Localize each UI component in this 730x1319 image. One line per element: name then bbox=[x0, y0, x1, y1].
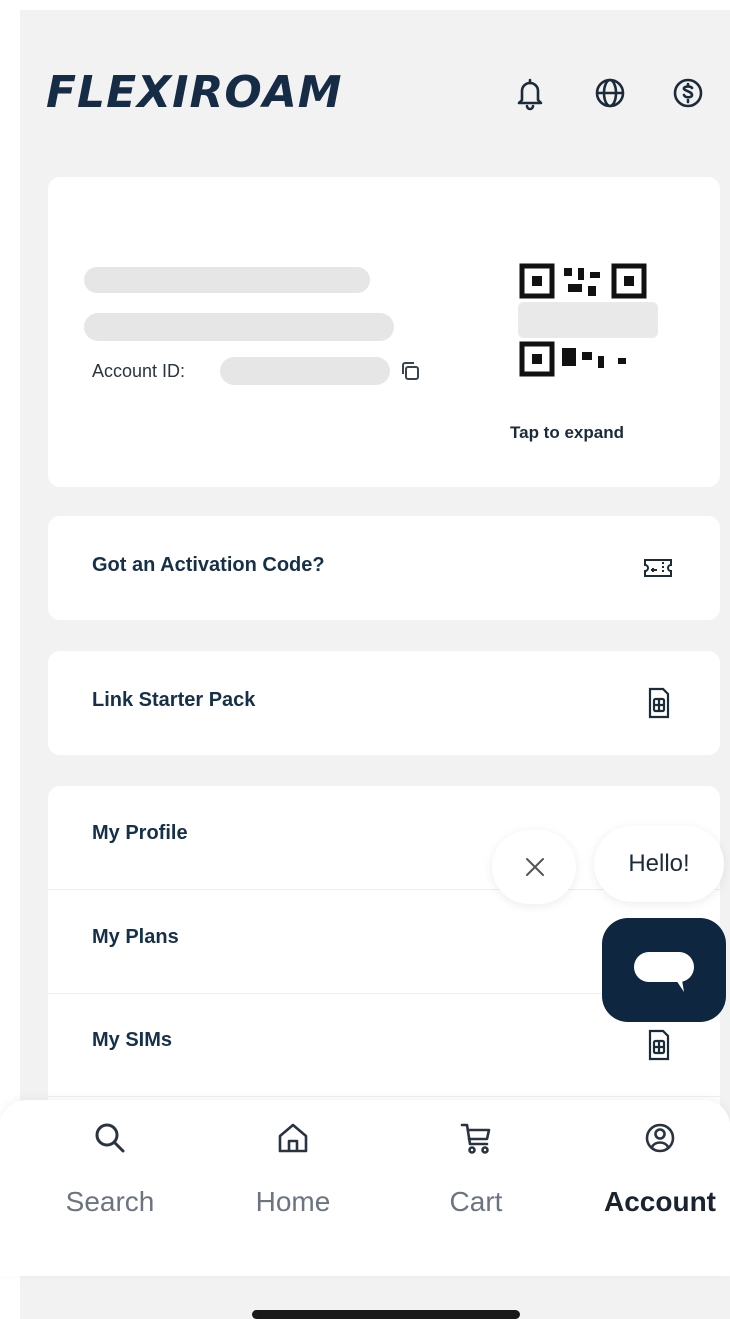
chat-greeting-bubble[interactable]: Hello! bbox=[594, 826, 724, 902]
qr-tap-hint[interactable]: Tap to expand bbox=[510, 423, 624, 443]
account-card: Account ID: Tap to expand bbox=[48, 177, 720, 487]
account-id-label: Account ID: bbox=[92, 361, 186, 381]
account-name-placeholder bbox=[84, 267, 370, 293]
bell-icon[interactable] bbox=[510, 73, 550, 113]
globe-icon[interactable] bbox=[590, 73, 630, 113]
header: FLEXIROAM bbox=[20, 55, 730, 135]
nav-search[interactable]: Search bbox=[30, 1118, 190, 1238]
menu-item-label: My SIMs bbox=[92, 1029, 173, 1051]
home-indicator bbox=[252, 1310, 520, 1319]
activation-code-row[interactable]: Got an Activation Code? bbox=[48, 516, 720, 620]
ticket-icon bbox=[642, 550, 674, 586]
sim-icon bbox=[642, 685, 674, 721]
qr-code[interactable] bbox=[518, 262, 658, 382]
chat-launcher-button[interactable] bbox=[602, 918, 726, 1022]
flexiroam-logo[interactable]: FLEXIROAM bbox=[46, 67, 343, 118]
currency-icon[interactable] bbox=[668, 73, 708, 113]
home-icon bbox=[278, 1123, 308, 1153]
close-icon bbox=[526, 858, 544, 876]
menu-item-label: My Profile bbox=[92, 822, 188, 844]
nav-label: Search bbox=[65, 1186, 155, 1217]
chat-bubble-icon bbox=[634, 952, 694, 992]
link-starter-pack-label: Link Starter Pack bbox=[92, 689, 256, 711]
nav-cart[interactable]: Cart bbox=[396, 1118, 556, 1238]
search-icon bbox=[95, 1123, 125, 1153]
account-email-placeholder bbox=[84, 313, 394, 341]
account-id-value-placeholder bbox=[220, 357, 390, 385]
sim-icon bbox=[642, 1027, 674, 1063]
chat-close-button[interactable] bbox=[492, 830, 576, 904]
menu-item-label: My Plans bbox=[92, 926, 179, 948]
nav-label: Cart bbox=[449, 1186, 503, 1217]
bottom-navigation: Search Home Cart Account bbox=[0, 1100, 730, 1276]
cart-icon bbox=[460, 1123, 491, 1154]
nav-label: Account bbox=[604, 1186, 716, 1217]
link-starter-pack-row[interactable]: Link Starter Pack bbox=[48, 651, 720, 755]
activation-code-label: Got an Activation Code? bbox=[92, 554, 325, 576]
account-icon bbox=[645, 1123, 675, 1153]
nav-home[interactable]: Home bbox=[213, 1118, 373, 1238]
copy-icon[interactable] bbox=[398, 359, 422, 383]
nav-label: Home bbox=[255, 1186, 331, 1217]
nav-account[interactable]: Account bbox=[580, 1118, 730, 1238]
